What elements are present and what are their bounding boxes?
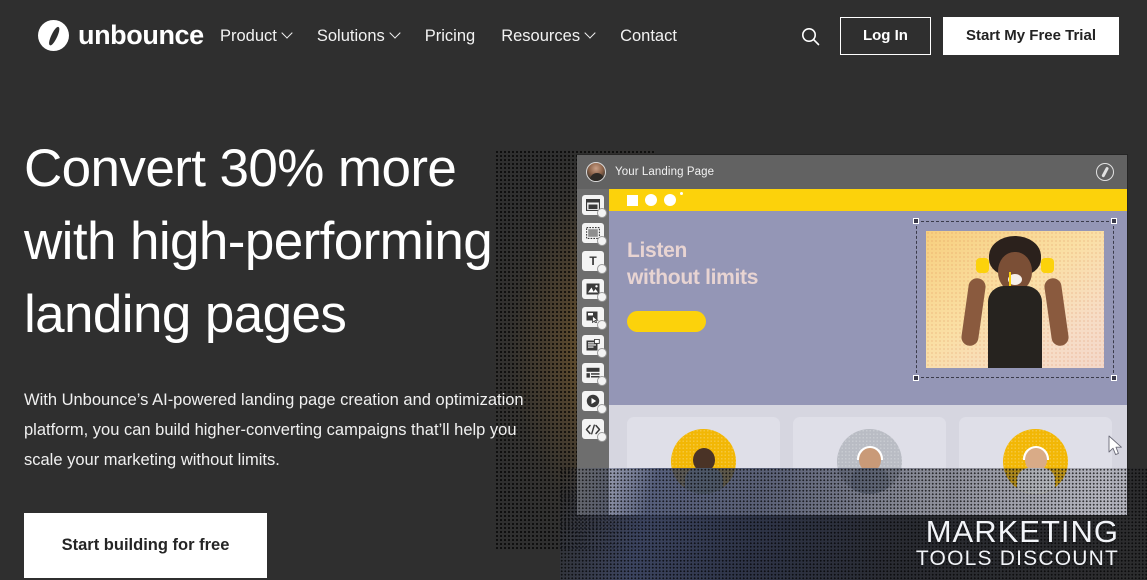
- nav-item-pricing[interactable]: Pricing: [425, 24, 475, 48]
- nav-label: Solutions: [316, 27, 385, 45]
- tool-button[interactable]: [582, 307, 607, 330]
- canvas-card[interactable]: [959, 417, 1112, 515]
- start-building-button[interactable]: Start building for free: [24, 513, 267, 578]
- hero-subcopy: With Unbounce’s AI-powered landing page …: [24, 391, 524, 469]
- canvas-hero-section: Listen without limits: [609, 211, 1127, 405]
- text-icon: T: [589, 254, 597, 268]
- nav-label: Pricing: [424, 27, 476, 45]
- selected-image-element[interactable]: [913, 218, 1117, 381]
- nav-label: Contact: [620, 27, 677, 45]
- chevron-down-icon: [281, 27, 293, 39]
- tool-code[interactable]: [582, 419, 607, 442]
- brand-name: unbounce: [78, 20, 204, 50]
- canvas-cards-section: [609, 405, 1127, 515]
- nav-item-solutions[interactable]: Solutions: [316, 24, 401, 48]
- headline-line-1: Convert 30% more: [24, 139, 457, 198]
- canvas-card[interactable]: [793, 417, 946, 515]
- nav-item-product[interactable]: Product: [220, 24, 293, 48]
- tool-section[interactable]: [582, 195, 607, 218]
- canvas-top-bar: [609, 189, 1127, 211]
- resize-handle-bottom-right[interactable]: [1111, 375, 1117, 381]
- canvas-hero-image: [926, 231, 1104, 368]
- builder-canvas[interactable]: Listen without limits: [609, 189, 1127, 515]
- builder-titlebar: Your Landing Page: [577, 155, 1127, 189]
- dot-icon: [680, 192, 683, 195]
- headline-line-3: landing pages: [24, 285, 347, 344]
- builder-toolbar: T: [577, 189, 609, 515]
- nav-label: Product: [220, 27, 277, 45]
- square-shape-icon: [627, 194, 638, 206]
- card-avatar-3: [1003, 429, 1068, 494]
- header-actions: Log In Start My Free Trial: [794, 17, 1119, 55]
- card-avatar-1: [671, 429, 736, 494]
- circle-shape-icon: [645, 194, 657, 206]
- unbounce-logo-icon: [38, 20, 69, 51]
- card-avatar-2: [837, 429, 902, 494]
- woman-with-headphones-illustration: [960, 236, 1070, 368]
- builder-page-title: Your Landing Page: [615, 166, 715, 178]
- start-free-trial-button[interactable]: Start My Free Trial: [942, 17, 1119, 55]
- unbounce-landing-page: unbounce Product Solutions Pricing Resou…: [0, 0, 1147, 580]
- site-header: unbounce Product Solutions Pricing Resou…: [0, 0, 1147, 73]
- circle-shape-icon: [664, 194, 676, 206]
- tool-video[interactable]: [582, 391, 607, 414]
- canvas-hero-title-line-2: without limits: [627, 266, 759, 289]
- tool-list[interactable]: [582, 363, 607, 386]
- page-title: Convert 30% more with high-performing la…: [24, 132, 554, 351]
- nav-label: Resources: [501, 27, 581, 45]
- canvas-card[interactable]: [627, 417, 780, 515]
- avatar: [586, 162, 606, 182]
- resize-handle-bottom-left[interactable]: [913, 375, 919, 381]
- nav-item-resources[interactable]: Resources: [501, 24, 596, 48]
- resize-handle-top-left[interactable]: [913, 218, 919, 224]
- brand-logo[interactable]: unbounce: [38, 20, 204, 51]
- tool-form[interactable]: [582, 335, 607, 358]
- resize-handle-top-right[interactable]: [1111, 218, 1117, 224]
- chevron-down-icon: [584, 27, 596, 39]
- hero-copy: Convert 30% more with high-performing la…: [24, 132, 554, 578]
- chevron-down-icon: [389, 27, 401, 39]
- builder-body: T Listen without limits: [577, 189, 1127, 515]
- watermark: MARKETING TOOLS DISCOUNT: [916, 516, 1119, 569]
- builder-mockup: Your Landing Page T Listen without limit…: [577, 155, 1127, 515]
- tool-box[interactable]: [582, 223, 607, 246]
- watermark-line-1: MARKETING: [925, 513, 1119, 549]
- nav-item-contact[interactable]: Contact: [620, 24, 677, 48]
- primary-nav: Product Solutions Pricing Resources Cont…: [220, 24, 677, 48]
- login-button[interactable]: Log In: [839, 17, 931, 55]
- canvas-hero-title-line-1: Listen: [627, 239, 688, 262]
- watermark-line-2: TOOLS DISCOUNT: [915, 546, 1119, 570]
- tool-text[interactable]: T: [582, 251, 607, 274]
- search-icon[interactable]: [794, 19, 828, 53]
- headline-line-2: with high-performing: [24, 212, 493, 271]
- unbounce-logo-icon: [1096, 163, 1114, 181]
- canvas-hero-cta-button[interactable]: [627, 311, 706, 332]
- tool-image[interactable]: [582, 279, 607, 302]
